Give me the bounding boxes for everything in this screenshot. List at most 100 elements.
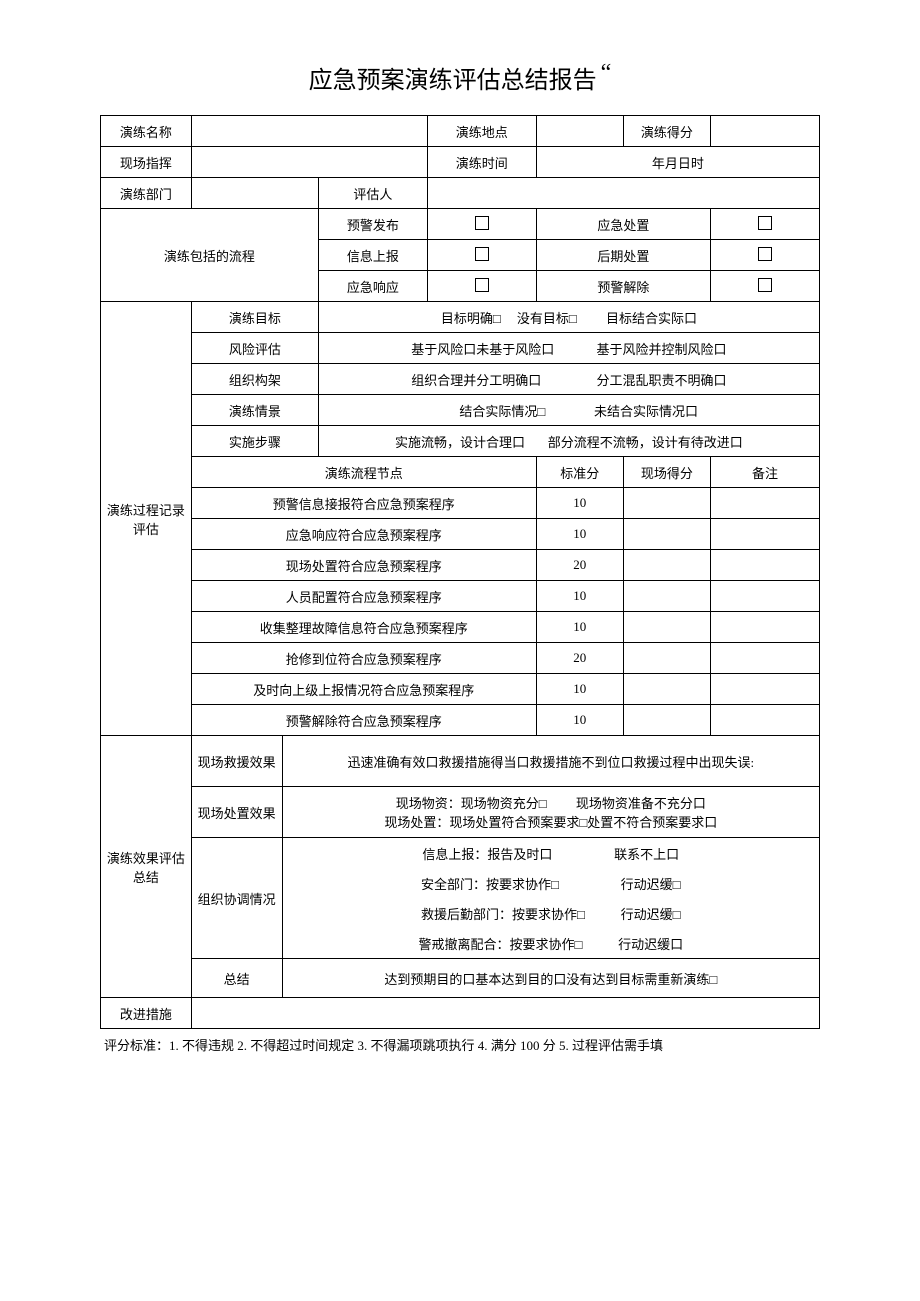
node-row-3: 人员配置符合应急预案程序 10 — [101, 581, 820, 612]
goal-options[interactable]: 目标明确□ 没有目标□ 目标结合实际口 — [318, 302, 819, 333]
improve-value[interactable] — [191, 998, 819, 1029]
flow-row-1: 演练包括的流程 预警发布 应急处置 — [101, 209, 820, 240]
effect-dispose: 现场处置效果 现场物资：现场物资充分□ 现场物资准备不充分口 现场处置：现场处置… — [101, 787, 820, 838]
dispose-l2: 现场处置：现场处置符合预案要求□处置不符合预案要求口 — [384, 815, 717, 830]
node-score-0: 10 — [536, 488, 623, 519]
location-value[interactable] — [536, 116, 623, 147]
node-name-0: 预警信息接报符合应急预案程序 — [191, 488, 536, 519]
node-remark-7[interactable] — [711, 705, 820, 736]
coord-l3b: 行动迟缓□ — [621, 907, 681, 922]
coord-l2[interactable]: 安全部门：按要求协作□ 行动迟缓□ — [282, 868, 819, 898]
scene-a: 结合实际情况□ — [459, 404, 545, 419]
checkbox-icon — [475, 247, 489, 261]
org-label: 组织构架 — [191, 364, 318, 395]
commander-value[interactable] — [191, 147, 427, 178]
flow-r-2: 预警解除 — [536, 271, 710, 302]
node-score-4: 10 — [536, 612, 623, 643]
location-label: 演练地点 — [427, 116, 536, 147]
flow-cb-l-2[interactable] — [427, 271, 536, 302]
flow-cb-r-1[interactable] — [711, 240, 820, 271]
coord-l4[interactable]: 警戒撤离配合：按要求协作□ 行动迟缓口 — [282, 928, 819, 959]
dispose-l1a: 现场物资：现场物资充分□ — [396, 796, 547, 811]
node-site-3[interactable] — [623, 581, 710, 612]
flow-l-0: 预警发布 — [318, 209, 427, 240]
flow-l-2: 应急响应 — [318, 271, 427, 302]
evaluator-value[interactable] — [427, 178, 819, 209]
org-options[interactable]: 组织合理并分工明确口 分工混乱职责不明确口 — [318, 364, 819, 395]
node-site-2[interactable] — [623, 550, 710, 581]
checkbox-icon — [758, 278, 772, 292]
summary-text[interactable]: 达到预期目的口基本达到目的口没有达到目标需重新演练□ — [282, 959, 819, 998]
flow-cb-l-0[interactable] — [427, 209, 536, 240]
goal-a: 目标明确□ — [441, 311, 501, 326]
flow-r-1: 后期处置 — [536, 240, 710, 271]
node-name-3: 人员配置符合应急预案程序 — [191, 581, 536, 612]
summary-label: 总结 — [191, 959, 282, 998]
effect-section-label: 演练效果评估总结 — [101, 736, 192, 998]
node-col-std: 标准分 — [536, 457, 623, 488]
flow-cb-l-1[interactable] — [427, 240, 536, 271]
name-value[interactable] — [191, 116, 427, 147]
header-row-1: 演练名称 演练地点 演练得分 — [101, 116, 820, 147]
score-label: 演练得分 — [623, 116, 710, 147]
node-remark-0[interactable] — [711, 488, 820, 519]
node-row-5: 抢修到位符合应急预案程序 20 — [101, 643, 820, 674]
flow-r-0: 应急处置 — [536, 209, 710, 240]
steps-b: 部分流程不流畅，设计有待改进口 — [548, 435, 743, 450]
flow-cb-r-2[interactable] — [711, 271, 820, 302]
dept-label: 演练部门 — [101, 178, 192, 209]
node-remark-1[interactable] — [711, 519, 820, 550]
title-text: 应急预案演练评估总结报告 — [309, 68, 597, 94]
coord-l1[interactable]: 信息上报：报告及时口 联系不上口 — [282, 838, 819, 869]
node-site-6[interactable] — [623, 674, 710, 705]
node-score-3: 10 — [536, 581, 623, 612]
process-section-label: 演练过程记录评估 — [101, 302, 192, 736]
time-label: 演练时间 — [427, 147, 536, 178]
node-score-5: 20 — [536, 643, 623, 674]
node-remark-4[interactable] — [711, 612, 820, 643]
coord-l1b: 联系不上口 — [614, 847, 679, 862]
node-remark-3[interactable] — [711, 581, 820, 612]
node-score-7: 10 — [536, 705, 623, 736]
page-title: 应急预案演练评估总结报告“ — [100, 60, 820, 95]
node-row-1: 应急响应符合应急预案程序 10 — [101, 519, 820, 550]
node-remark-6[interactable] — [711, 674, 820, 705]
node-row-0: 预警信息接报符合应急预案程序 10 — [101, 488, 820, 519]
flow-cb-r-0[interactable] — [711, 209, 820, 240]
scene-b: 未结合实际情况口 — [594, 404, 698, 419]
flow-l-1: 信息上报 — [318, 240, 427, 271]
steps-options[interactable]: 实施流畅，设计合理口 部分流程不流畅，设计有待改进口 — [318, 426, 819, 457]
node-site-5[interactable] — [623, 643, 710, 674]
rescue-text[interactable]: 迅速准确有效口救援措施得当口救援措施不到位口救援过程中出现失误: — [282, 736, 819, 787]
time-value[interactable]: 年月日时 — [536, 147, 819, 178]
node-name-6: 及时向上级上报情况符合应急预案程序 — [191, 674, 536, 705]
coord-label: 组织协调情况 — [191, 838, 282, 959]
effect-rescue: 演练效果评估总结 现场救援效果 迅速准确有效口救援措施得当口救援措施不到位口救援… — [101, 736, 820, 787]
steps-a: 实施流畅，设计合理口 — [395, 435, 525, 450]
scene-options[interactable]: 结合实际情况□ 未结合实际情况口 — [318, 395, 819, 426]
dispose-text[interactable]: 现场物资：现场物资充分□ 现场物资准备不充分口 现场处置：现场处置符合预案要求□… — [282, 787, 819, 838]
score-value[interactable] — [711, 116, 820, 147]
footnote: 评分标准：1. 不得违规 2. 不得超过时间规定 3. 不得漏项跳项执行 4. … — [100, 1035, 820, 1054]
node-remark-2[interactable] — [711, 550, 820, 581]
goal-c: 目标结合实际口 — [606, 311, 697, 326]
coord-l1a: 信息上报：报告及时口 — [422, 847, 552, 862]
rescue-label: 现场救援效果 — [191, 736, 282, 787]
title-mark: “ — [601, 60, 612, 86]
node-remark-5[interactable] — [711, 643, 820, 674]
criteria-scene: 演练情景 结合实际情况□ 未结合实际情况口 — [101, 395, 820, 426]
coord-l4b: 行动迟缓口 — [618, 937, 683, 952]
node-site-0[interactable] — [623, 488, 710, 519]
node-site-1[interactable] — [623, 519, 710, 550]
criteria-steps: 实施步骤 实施流畅，设计合理口 部分流程不流畅，设计有待改进口 — [101, 426, 820, 457]
criteria-risk: 风险评估 基于风险口未基于风险口 基于风险并控制风险口 — [101, 333, 820, 364]
dept-value[interactable] — [191, 178, 318, 209]
dispose-l1b: 现场物资准备不充分口 — [576, 796, 706, 811]
coord-l3[interactable]: 救援后勤部门：按要求协作□ 行动迟缓□ — [282, 898, 819, 928]
risk-label: 风险评估 — [191, 333, 318, 364]
node-col-remark: 备注 — [711, 457, 820, 488]
node-site-4[interactable] — [623, 612, 710, 643]
risk-options[interactable]: 基于风险口未基于风险口 基于风险并控制风险口 — [318, 333, 819, 364]
node-name-7: 预警解除符合应急预案程序 — [191, 705, 536, 736]
node-site-7[interactable] — [623, 705, 710, 736]
